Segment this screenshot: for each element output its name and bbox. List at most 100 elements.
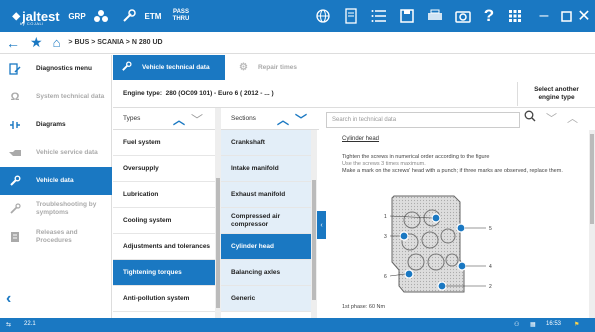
back-arrow-icon[interactable]: ← — [6, 35, 20, 51]
list-item[interactable]: Cooling system — [113, 208, 215, 234]
list-item[interactable]: Oversupply — [113, 156, 215, 182]
sidebar-item-label: Diagrams — [36, 121, 66, 128]
status-bar: ⇆ 22.1 ⚇ ▦ 16:53 ⚑ — [0, 318, 595, 332]
maximize-icon[interactable] — [556, 0, 576, 32]
breadcrumb-make[interactable]: SCANIA — [97, 39, 124, 46]
tools-icon[interactable] — [118, 0, 140, 32]
content-title[interactable]: Cylinder head — [342, 136, 379, 142]
callout-label: 6 — [384, 274, 387, 280]
sidebar-item-vehicle-service-data[interactable]: Vehicle service data — [0, 139, 112, 167]
content-scrollbar[interactable] — [589, 130, 595, 318]
instruction-text: Tighten the screws in numerical order ac… — [342, 154, 490, 160]
etm-button[interactable]: ETM — [142, 0, 164, 32]
list-item[interactable]: Crankshaft — [221, 130, 311, 156]
search-input[interactable]: Search in technical data — [326, 112, 520, 128]
cylinder-head-diagram: 1 2 3 4 5 6 — [344, 190, 516, 296]
list-item[interactable]: Exhaust manifold — [221, 182, 311, 208]
sidebar-item-label: Troubleshooting by symptoms — [36, 201, 97, 216]
network-icon: ⚇ — [514, 322, 520, 328]
pass-thru-button[interactable]: PASS THRU — [166, 0, 196, 32]
sidebar-item-label: Vehicle service data — [36, 149, 98, 156]
breadcrumb-bus[interactable]: BUS — [74, 39, 89, 46]
apps-grid-icon[interactable] — [504, 0, 526, 32]
chevron-up-icon[interactable]: ︿ — [277, 111, 289, 128]
sections-list: Crankshaft Intake manifold Exhaust manif… — [221, 130, 311, 318]
tab-repair-times[interactable]: ⚙ Repair times — [231, 55, 351, 80]
list-item[interactable]: Adjustments and tolerances — [113, 234, 215, 260]
engine-type-text: Engine type: 280 (OC09 101) - Euro 6 ( 2… — [123, 90, 274, 97]
types-header: Types ︿ ﹀ — [113, 108, 215, 130]
group-icon[interactable] — [90, 0, 112, 32]
list-icon[interactable] — [368, 0, 390, 32]
tab-vehicle-technical-data[interactable]: Vehicle technical data — [113, 55, 225, 80]
search-icon[interactable] — [524, 110, 536, 126]
list-item-selected[interactable]: Tightening torques — [113, 260, 215, 286]
breadcrumb-model[interactable]: N 280 UD — [132, 39, 163, 46]
grp-button[interactable]: GRP — [64, 0, 90, 32]
print-icon[interactable] — [424, 0, 446, 32]
nav-bar: ← ★ ⌂ > BUS > SCANIA > N 280 UD — [0, 32, 595, 54]
instruction-text: Use the screws 3 times maximum. — [342, 161, 426, 167]
sidebar-item-diagnostics-menu[interactable]: Diagnostics menu — [0, 55, 112, 83]
callout-label: 5 — [489, 226, 492, 232]
collapse-sidebar-chevron-icon[interactable]: ‹ — [6, 290, 11, 308]
sidebar-item-vehicle-data[interactable]: Vehicle data — [0, 167, 112, 195]
callout-label: 1 — [384, 214, 387, 220]
top-bar: ◆ jaltest by COJALI GRP ETM PASS THRU ? – … — [0, 0, 595, 32]
list-item[interactable]: Generic — [221, 286, 311, 312]
chevron-up-icon[interactable]: ︿ — [567, 110, 578, 126]
sidebar-item-releases[interactable]: Releases and Procedures — [0, 223, 112, 251]
sidebar-item-diagrams[interactable]: Diagrams — [0, 111, 112, 139]
collapse-panel-chevron-icon[interactable]: ‹ — [317, 211, 326, 239]
types-list: Fuel system Oversupply Lubrication Cooli… — [113, 130, 215, 318]
engine-type-row: Engine type: 280 (OC09 101) - Euro 6 ( 2… — [113, 80, 595, 108]
sidebar-item-label: Vehicle data — [36, 177, 74, 184]
list-item-selected[interactable]: Cylinder head — [221, 234, 311, 260]
list-item[interactable]: Balancing axles — [221, 260, 311, 286]
notification-icon[interactable]: ⚑ — [574, 321, 579, 328]
list-item[interactable]: Compressed air compressor — [221, 208, 311, 234]
wrench-icon — [121, 60, 132, 75]
minimize-icon[interactable]: – — [530, 0, 558, 32]
sidebar-item-label: System technical data — [36, 93, 105, 100]
sidebar-item-troubleshooting[interactable]: Troubleshooting by symptoms — [0, 195, 112, 223]
instruction-text: Make a mark on the screws' head with a p… — [342, 168, 563, 174]
usb-icon: ⇆ — [6, 322, 12, 328]
sidebar-item-label: Releases and Procedures — [36, 229, 78, 244]
breadcrumb: > BUS > SCANIA > N 280 UD — [68, 39, 163, 46]
sidebar-item-system-technical-data[interactable]: Ω System technical data — [0, 83, 112, 111]
jaltest-logo: ◆ jaltest by COJALI — [12, 8, 60, 27]
list-item[interactable]: Fuel system — [113, 130, 215, 156]
list-item[interactable]: Anti-pollution system — [113, 286, 215, 312]
chevron-down-icon[interactable]: ﹀ — [546, 110, 557, 126]
document-icon — [8, 230, 22, 244]
oil-can-icon — [8, 146, 22, 160]
phase-text: 1st phase: 60 Nm — [342, 304, 386, 310]
tab-bar: Vehicle technical data ⚙ Repair times — [113, 55, 595, 80]
diagnostics-icon — [8, 62, 22, 76]
save-icon[interactable] — [396, 0, 418, 32]
callout-label: 3 — [384, 234, 387, 240]
report-icon[interactable] — [340, 0, 362, 32]
clock-time: 16:53 — [546, 321, 562, 327]
chevron-down-icon[interactable]: ﹀ — [295, 111, 307, 128]
list-item[interactable]: Lubrication — [113, 182, 215, 208]
help-icon[interactable]: ? — [478, 0, 500, 32]
wrench-icon — [8, 174, 22, 188]
sidebar-item-label: Diagnostics menu — [36, 65, 92, 72]
sidebar: Diagnostics menu Ω System technical data… — [0, 55, 112, 318]
voltage-readout: 22.1 — [24, 321, 36, 327]
close-icon[interactable]: ✕ — [574, 0, 594, 32]
chevron-down-icon[interactable]: ﹀ — [191, 111, 203, 128]
globe-icon[interactable] — [312, 0, 334, 32]
home-icon[interactable]: ⌂ — [53, 35, 61, 50]
troubleshoot-icon — [8, 202, 22, 216]
calendar-icon[interactable]: ▦ — [530, 321, 536, 328]
callout-label: 2 — [489, 284, 492, 290]
chevron-up-icon[interactable]: ︿ — [173, 111, 185, 128]
favorite-star-icon[interactable]: ★ — [30, 34, 43, 51]
callout-label: 4 — [489, 264, 492, 270]
select-engine-type-button[interactable]: Select another engine type — [517, 82, 595, 106]
camera-icon[interactable] — [452, 0, 474, 32]
list-item[interactable]: Intake manifold — [221, 156, 311, 182]
